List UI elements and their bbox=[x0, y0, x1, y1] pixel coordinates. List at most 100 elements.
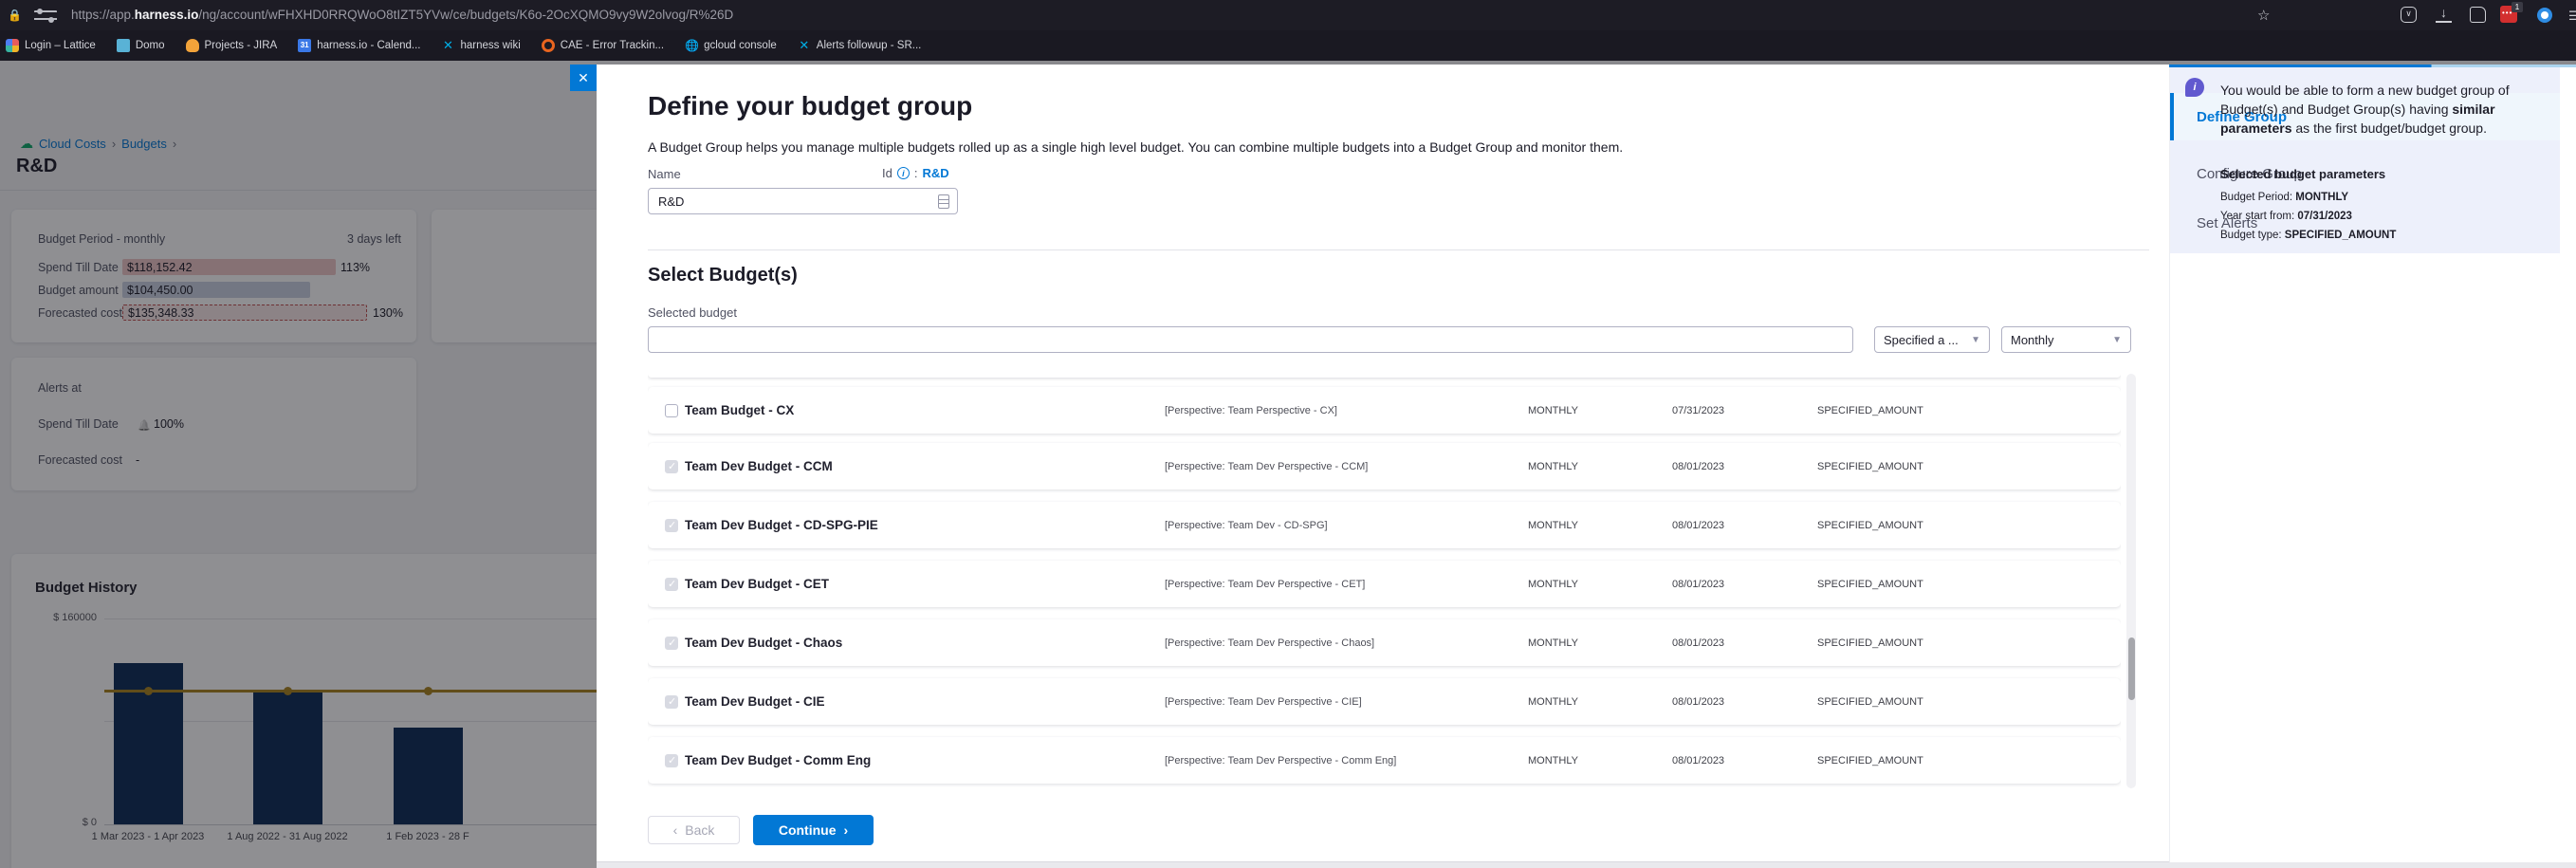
account-icon[interactable] bbox=[2537, 8, 2552, 23]
budget-checkbox[interactable] bbox=[665, 404, 678, 417]
back-button[interactable]: ‹ Back bbox=[648, 816, 740, 844]
budget-type: SPECIFIED_AMOUNT bbox=[1817, 502, 1923, 548]
url-domain: harness.io bbox=[135, 8, 199, 22]
bookmark-star-icon[interactable]: ☆ bbox=[2257, 7, 2270, 24]
domo-favicon bbox=[117, 39, 130, 52]
info-icon[interactable]: i bbox=[897, 167, 910, 179]
name-input[interactable]: R&D bbox=[648, 188, 958, 214]
budget-name: Team Dev Budget - CIE bbox=[685, 678, 825, 725]
budget-period: MONTHLY bbox=[1528, 502, 1578, 548]
chevron-right-icon: › bbox=[843, 822, 848, 838]
budget-type-dropdown[interactable]: Specified a ... ▼ bbox=[1874, 326, 1990, 353]
budget-period: MONTHLY bbox=[1528, 619, 1578, 666]
globe-favicon: 🌐 bbox=[685, 39, 698, 52]
pocket-icon[interactable]: ∨ bbox=[2401, 7, 2417, 23]
wizard-progress-bar bbox=[2169, 65, 2576, 67]
id-separator: : bbox=[914, 166, 918, 180]
budget-date: 08/01/2023 bbox=[1672, 678, 1724, 725]
selected-budget-input[interactable] bbox=[648, 326, 1853, 353]
modal-footer-strip bbox=[597, 862, 2576, 868]
partial-row bbox=[648, 374, 2121, 378]
budget-type: SPECIFIED_AMOUNT bbox=[1817, 737, 1923, 784]
bookmark-cae[interactable]: CAE - Error Trackin... bbox=[542, 39, 664, 52]
lock-icon[interactable]: 🔒 bbox=[8, 9, 19, 23]
clipboard-icon[interactable] bbox=[938, 194, 949, 209]
list-scrollbar-thumb[interactable] bbox=[2128, 637, 2135, 700]
budget-period-value: Monthly bbox=[2011, 333, 2054, 347]
bookmark-alerts-followup[interactable]: ✕Alerts followup - SR... bbox=[798, 39, 922, 52]
budget-row-cx[interactable]: Team Budget - CX [Perspective: Team Pers… bbox=[648, 387, 2121, 434]
id-label: Id bbox=[882, 166, 892, 180]
budget-name: Team Dev Budget - CD-SPG-PIE bbox=[685, 502, 878, 548]
budget-name: Team Budget - CX bbox=[685, 387, 794, 434]
chevron-down-icon: ▼ bbox=[2112, 335, 2122, 345]
budget-period: MONTHLY bbox=[1528, 387, 1578, 434]
budget-checkbox[interactable] bbox=[665, 695, 678, 709]
id-row: Id i : R&D bbox=[882, 166, 949, 180]
budget-row-ccm[interactable]: Team Dev Budget - CCM [Perspective: Team… bbox=[648, 443, 2121, 489]
budget-perspective: [Perspective: Team Dev Perspective - CCM… bbox=[1165, 443, 1368, 489]
budget-perspective: [Perspective: Team Dev Perspective - Cha… bbox=[1165, 619, 1374, 666]
browser-url-bar[interactable]: 🔒 https://app.harness.io/ng/account/wFHX… bbox=[0, 0, 2576, 30]
close-icon[interactable]: ✕ bbox=[570, 65, 597, 91]
divider bbox=[648, 249, 2149, 250]
name-label: Name bbox=[648, 167, 681, 181]
screen: 🔒 https://app.harness.io/ng/account/wFHX… bbox=[0, 0, 2576, 868]
budget-row-cie[interactable]: Team Dev Budget - CIE [Perspective: Team… bbox=[648, 678, 2121, 725]
param-year-start: Year start from: 07/31/2023 bbox=[2220, 211, 2352, 222]
modal-title: Define your budget group bbox=[648, 91, 972, 121]
budget-row-cet[interactable]: Team Dev Budget - CET [Perspective: Team… bbox=[648, 561, 2121, 607]
list-scrollbar-track[interactable] bbox=[2126, 374, 2136, 788]
extensions-icon[interactable] bbox=[2470, 7, 2486, 23]
budget-period: MONTHLY bbox=[1528, 678, 1578, 725]
cae-favicon bbox=[542, 39, 555, 52]
budget-list: Team Budget - CX [Perspective: Team Pers… bbox=[648, 374, 2121, 788]
budget-date: 08/01/2023 bbox=[1672, 502, 1724, 548]
budget-row-chaos[interactable]: Team Dev Budget - Chaos [Perspective: Te… bbox=[648, 619, 2121, 666]
budget-date: 08/01/2023 bbox=[1672, 561, 1724, 607]
bookmark-jira[interactable]: Projects - JIRA bbox=[186, 39, 278, 52]
budget-date: 08/01/2023 bbox=[1672, 619, 1724, 666]
bookmark-domo[interactable]: Domo bbox=[117, 39, 165, 52]
chevron-left-icon: ‹ bbox=[673, 822, 678, 838]
select-budgets-heading: Select Budget(s) bbox=[648, 265, 798, 286]
id-value[interactable]: R&D bbox=[922, 166, 948, 180]
bookmark-gcloud[interactable]: 🌐gcloud console bbox=[685, 39, 777, 52]
budget-period-dropdown[interactable]: Monthly ▼ bbox=[2001, 326, 2131, 353]
budget-checkbox[interactable] bbox=[665, 578, 678, 591]
bookmark-harness-wiki[interactable]: ✕harness wiki bbox=[442, 39, 521, 52]
continue-button[interactable]: Continue › bbox=[753, 815, 874, 845]
extension-badge: 1 bbox=[2512, 2, 2523, 12]
budget-perspective: [Perspective: Team Dev Perspective - CIE… bbox=[1165, 678, 1362, 725]
url-text[interactable]: https://app.harness.io/ng/account/wFHXHD… bbox=[71, 8, 733, 22]
budget-perspective: [Perspective: Team Dev Perspective - Com… bbox=[1165, 737, 1396, 784]
wizard-side-panel: Define Group Configure Group Set Alerts … bbox=[2169, 65, 2576, 862]
budget-name: Team Dev Budget - CET bbox=[685, 561, 829, 607]
budget-date: 07/31/2023 bbox=[1672, 387, 1724, 434]
info-text: You would be able to form a new budget g… bbox=[2220, 81, 2539, 138]
bookmarks-bar: Login – Lattice Domo Projects - JIRA 31h… bbox=[0, 30, 2576, 61]
budget-checkbox[interactable] bbox=[665, 460, 678, 473]
budget-name: Team Dev Budget - CCM bbox=[685, 443, 833, 489]
info-bubble-icon: i bbox=[2185, 78, 2204, 97]
budget-checkbox[interactable] bbox=[665, 637, 678, 650]
budget-checkbox[interactable] bbox=[665, 519, 678, 532]
budget-perspective: [Perspective: Team Dev - CD-SPG] bbox=[1165, 502, 1328, 548]
bookmark-lattice[interactable]: Login – Lattice bbox=[6, 39, 96, 52]
modal-description: A Budget Group helps you manage multiple… bbox=[648, 139, 1623, 155]
budget-row-comm-eng[interactable]: Team Dev Budget - Comm Eng [Perspective:… bbox=[648, 737, 2121, 784]
selected-budget-label: Selected budget bbox=[648, 305, 737, 320]
budget-checkbox[interactable] bbox=[665, 754, 678, 767]
selected-params-title: Selected budget parameters bbox=[2220, 167, 2385, 181]
budget-type: SPECIFIED_AMOUNT bbox=[1817, 619, 1923, 666]
harness-favicon: ✕ bbox=[798, 39, 811, 52]
harness-favicon: ✕ bbox=[442, 39, 455, 52]
budget-row-cd-spg-pie[interactable]: Team Dev Budget - CD-SPG-PIE [Perspectiv… bbox=[648, 502, 2121, 548]
budget-name: Team Dev Budget - Chaos bbox=[685, 619, 842, 666]
budget-perspective: [Perspective: Team Perspective - CX] bbox=[1165, 387, 1337, 434]
download-icon[interactable]: ↓ bbox=[2436, 7, 2452, 23]
menu-icon[interactable]: ☰ bbox=[2568, 9, 2576, 24]
bookmark-calendar[interactable]: 31harness.io - Calend... bbox=[298, 39, 420, 52]
tracking-protection-icon[interactable] bbox=[34, 10, 57, 21]
calendar-favicon: 31 bbox=[298, 39, 311, 52]
